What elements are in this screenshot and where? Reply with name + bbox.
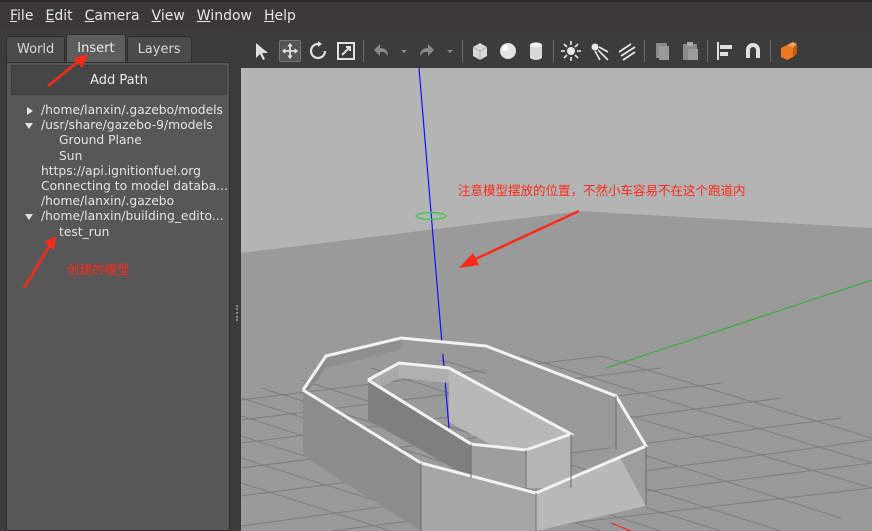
- menu-mnemonic: V: [151, 8, 161, 24]
- menu-mnemonic: E: [45, 8, 55, 24]
- cylinder-shape-icon[interactable]: [525, 40, 547, 62]
- sphere-shape-icon[interactable]: [497, 40, 519, 62]
- menu-label-rest: ile: [17, 8, 34, 24]
- menu-help[interactable]: Help: [258, 8, 302, 24]
- rotate-icon[interactable]: [307, 40, 329, 62]
- gazebo-window: File Edit Camera View Window Help World Insert…: [0, 0, 872, 531]
- 3d-viewport[interactable]: 注意模型摆放的位置，不然小车容易不在这个跑道内: [241, 68, 872, 531]
- menu-window[interactable]: Window: [191, 8, 258, 24]
- left-annotations: [22, 54, 88, 289]
- box-shape-icon[interactable]: [469, 40, 491, 62]
- menu-bar: File Edit Camera View Window Help: [0, 0, 872, 30]
- toolbar-separator: [644, 39, 645, 62]
- toolbar-separator: [363, 39, 364, 62]
- scene-toolbar: [241, 33, 872, 68]
- redo-icon[interactable]: [416, 40, 438, 62]
- spot-light-icon[interactable]: [588, 40, 610, 62]
- view-angle-icon[interactable]: [777, 40, 799, 62]
- translate-icon[interactable]: [279, 39, 301, 62]
- created-model-arrow: [22, 236, 56, 289]
- menu-label-rest: iew: [160, 8, 185, 24]
- toolbar-separator: [707, 39, 708, 62]
- directional-light-icon[interactable]: [616, 40, 638, 62]
- menu-view[interactable]: View: [146, 8, 191, 24]
- panel-splitter[interactable]: [233, 30, 241, 531]
- toolbar-separator: [462, 39, 463, 62]
- select-arrow-icon[interactable]: [251, 40, 273, 62]
- menu-mnemonic: F: [10, 8, 18, 24]
- created-model-label: 创建的模型: [67, 262, 130, 277]
- align-icon[interactable]: [714, 40, 736, 62]
- undo-dropdown-icon[interactable]: [398, 40, 410, 62]
- point-light-icon[interactable]: [560, 40, 582, 62]
- scene-render[interactable]: [241, 68, 872, 531]
- menu-label-rest: indow: [210, 8, 252, 24]
- snap-icon[interactable]: [742, 40, 764, 62]
- menu-label-rest: elp: [274, 8, 296, 24]
- menu-label-rest: amera: [94, 8, 140, 24]
- toolbar-separator: [553, 39, 554, 62]
- menu-mnemonic: H: [263, 8, 275, 24]
- insert-tab-arrow: [47, 54, 88, 87]
- menu-mnemonic: C: [84, 8, 95, 24]
- splitter-handle[interactable]: [236, 305, 238, 321]
- scale-icon[interactable]: [335, 40, 357, 62]
- menu-camera[interactable]: Camera: [79, 8, 146, 24]
- undo-icon[interactable]: [370, 40, 392, 62]
- menu-file[interactable]: File: [4, 8, 39, 24]
- copy-icon[interactable]: [651, 40, 673, 62]
- paste-icon[interactable]: [679, 40, 701, 62]
- toolbar-separator: [770, 39, 771, 62]
- placement-note: 注意模型摆放的位置，不然小车容易不在这个跑道内: [458, 183, 746, 198]
- menu-edit[interactable]: Edit: [39, 8, 78, 24]
- menu-label-rest: dit: [54, 8, 73, 24]
- redo-dropdown-icon[interactable]: [444, 40, 456, 62]
- menu-mnemonic: W: [196, 8, 211, 24]
